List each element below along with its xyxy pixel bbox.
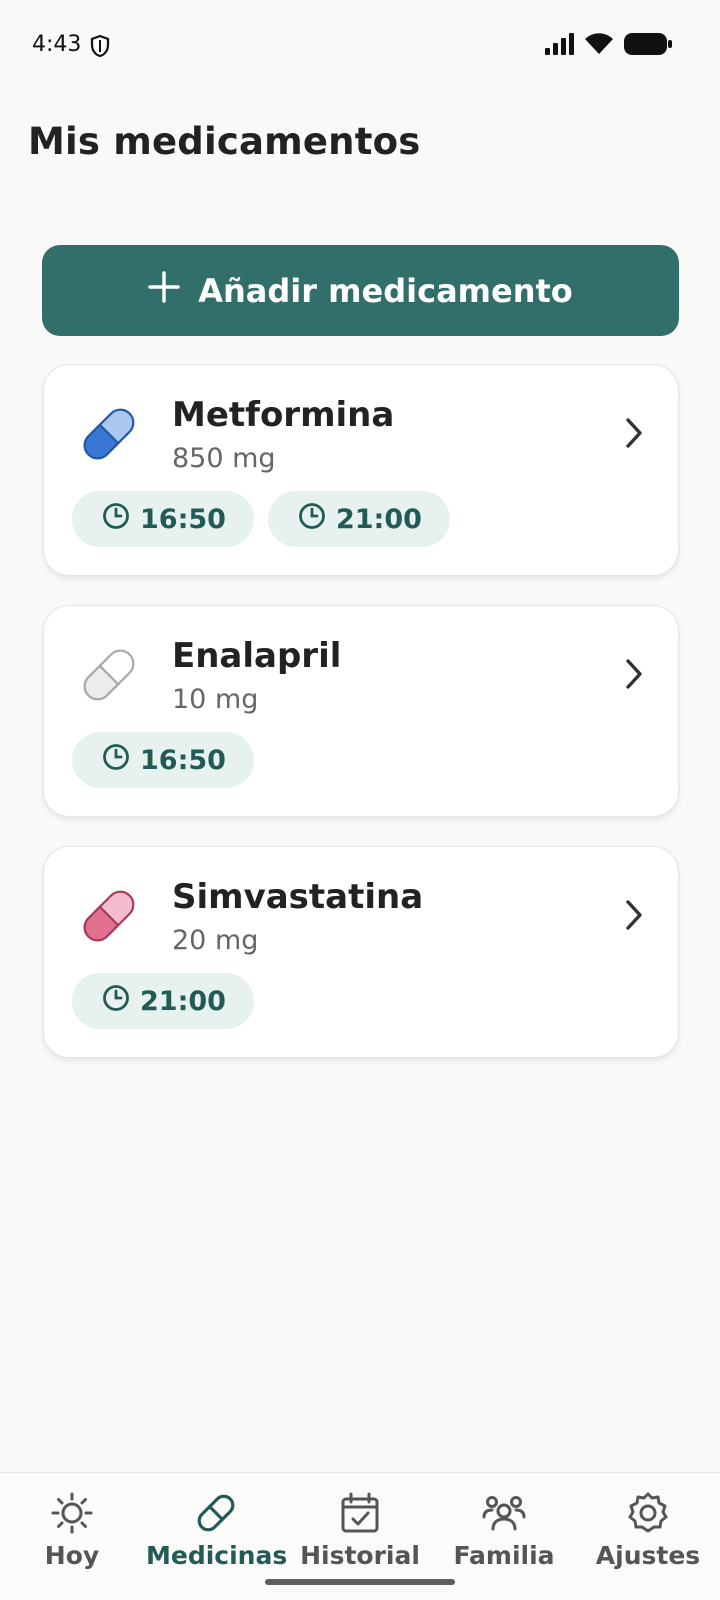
pill-icon-white xyxy=(78,644,140,710)
time-chip-label: 16:50 xyxy=(140,744,226,776)
status-bar: 4:43 xyxy=(0,0,720,92)
time-chip: 16:50 xyxy=(72,491,254,547)
pill-icon xyxy=(146,1491,286,1535)
nav-label: Hoy xyxy=(44,1541,100,1570)
medication-card-enalapril[interactable]: Enalapril 10 mg 16:50 xyxy=(43,605,679,817)
page-title: Mis medicamentos xyxy=(28,120,421,163)
time-chip: 21:00 xyxy=(267,491,450,547)
chevron-right-icon xyxy=(624,658,644,694)
time-chip-label: 21:00 xyxy=(140,985,226,1017)
pill-icon-pink xyxy=(78,885,140,951)
medication-card-simvastatina[interactable]: Simvastatina 20 mg 21:00 xyxy=(43,846,679,1058)
wifi-icon xyxy=(584,32,614,60)
status-time: 4:43 xyxy=(32,32,82,57)
nav-item-hoy[interactable]: Hoy xyxy=(2,1491,142,1570)
nav-item-ajustes[interactable]: Ajustes xyxy=(578,1491,718,1570)
sun-icon xyxy=(2,1491,142,1535)
add-medication-label: Añadir medicamento xyxy=(198,271,573,310)
medications-screen: 4:43 Mis medicamentos Añadir medicamento xyxy=(0,0,720,1600)
plus-icon xyxy=(148,270,180,311)
time-chip: 16:50 xyxy=(72,732,254,788)
medication-dose: 850 mg xyxy=(172,443,276,474)
time-chip-label: 21:00 xyxy=(335,503,422,535)
medication-card-metformina[interactable]: Metformina 850 mg 16:50 21:00 xyxy=(43,364,679,576)
nav-item-historial[interactable]: Historial xyxy=(290,1491,430,1570)
system-icons xyxy=(544,32,672,60)
nav-label: Familia xyxy=(453,1541,555,1570)
clock-icon xyxy=(102,743,130,778)
calendar-check-icon xyxy=(290,1491,430,1535)
chevron-right-icon xyxy=(624,417,644,453)
nav-label: Medicinas xyxy=(146,1541,288,1570)
nav-label: Historial xyxy=(300,1541,420,1570)
add-medication-button[interactable]: Añadir medicamento xyxy=(42,245,679,336)
clock-icon xyxy=(102,502,130,537)
signal-icon xyxy=(544,33,574,59)
medication-dose: 20 mg xyxy=(172,925,259,956)
nav-label: Ajustes xyxy=(595,1541,701,1570)
people-icon xyxy=(434,1491,574,1535)
shield-icon xyxy=(90,34,110,62)
time-chip-label: 16:50 xyxy=(140,503,226,535)
clock-icon xyxy=(298,502,326,537)
schedule-chips: 16:50 xyxy=(72,732,254,788)
medication-name: Metformina xyxy=(172,395,395,435)
battery-icon xyxy=(624,32,672,60)
chevron-right-icon xyxy=(624,899,644,935)
home-indicator[interactable] xyxy=(265,1579,455,1585)
schedule-chips: 16:50 21:00 xyxy=(72,491,450,547)
nav-item-familia[interactable]: Familia xyxy=(434,1491,574,1570)
medication-name: Simvastatina xyxy=(172,877,424,917)
medication-name: Enalapril xyxy=(172,636,342,676)
pill-icon-blue xyxy=(78,403,140,469)
schedule-chips: 21:00 xyxy=(72,973,254,1029)
gear-icon xyxy=(578,1491,718,1535)
clock-icon xyxy=(102,984,130,1019)
nav-item-medicinas[interactable]: Medicinas xyxy=(146,1491,288,1570)
time-chip: 21:00 xyxy=(72,973,254,1029)
medication-dose: 10 mg xyxy=(172,684,259,715)
